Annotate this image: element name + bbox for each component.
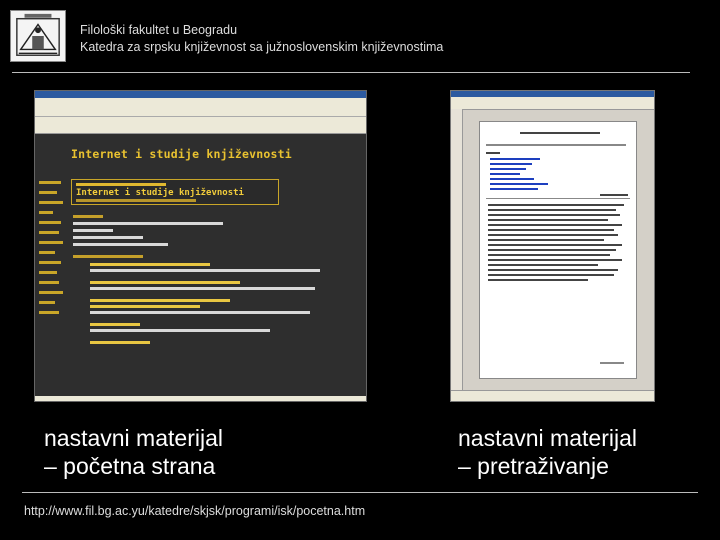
department-name: Katedra za srpsku književnost sa južnosl… [80,40,444,54]
document-page [479,121,637,379]
site-sidebar [39,179,67,321]
page-content [35,134,366,401]
faculty-logo [10,10,66,62]
footer-divider [22,492,698,493]
faculty-name: Filološki fakultet u Beogradu [80,23,238,37]
site-heading: Internet i studije književnosti [71,147,292,161]
browser-title-bar [35,91,366,98]
course-title-box: Internet i studije književnosti [71,179,279,205]
header: Filološki fakultet u Beogradu Katedra za… [80,22,443,56]
caption-home-page: nastavni materijal – početna strana [44,425,223,479]
browser-links-bar [35,117,366,134]
reader-side-tabs [451,109,463,393]
header-divider [12,72,690,73]
footer-url: http://www.fil.bg.ac.yu/katedre/skjsk/pr… [24,504,366,518]
reader-toolbar [451,97,654,110]
browser-status-bar [35,396,366,401]
browser-toolbar [35,104,366,128]
course-title: Internet i studije književnosti [76,188,244,198]
reader-status-bar [451,390,654,401]
search-screenshot [450,90,655,402]
caption-search: nastavni materijal – pretraživanje [458,425,637,479]
home-page-screenshot: Internet i studije književnosti Internet… [34,90,367,402]
